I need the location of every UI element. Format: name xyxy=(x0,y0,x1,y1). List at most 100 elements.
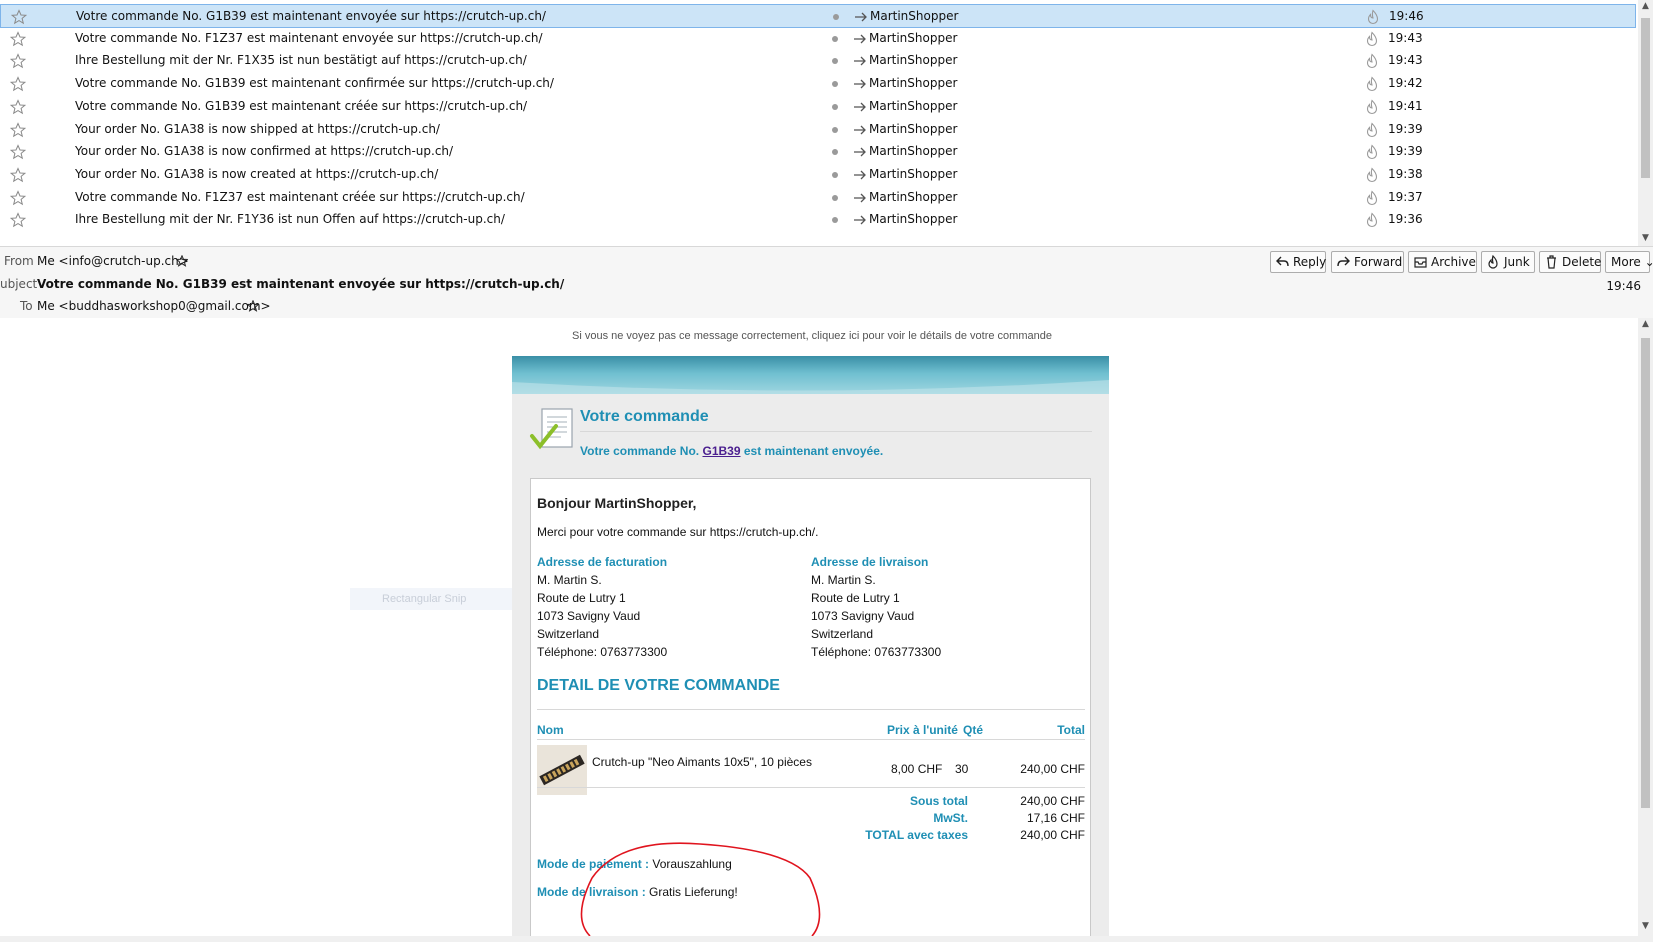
outgoing-arrow-icon xyxy=(855,12,867,22)
read-status-dot[interactable] xyxy=(832,81,838,88)
star-icon[interactable] xyxy=(10,53,26,69)
junk-flame-icon[interactable] xyxy=(1365,144,1379,160)
delivery-method: Mode de livraison : Gratis Lieferung! xyxy=(537,885,738,899)
message-row[interactable]: Your order No. G1A38 is now shipped at h… xyxy=(0,118,1636,142)
junk-flame-icon[interactable] xyxy=(1365,99,1379,115)
from-value[interactable]: Me <info@crutch-up.ch> xyxy=(37,254,189,268)
star-icon[interactable] xyxy=(10,121,26,138)
read-status-dot[interactable] xyxy=(832,103,838,110)
status-line: Votre commande No. G1B39 est maintenant … xyxy=(580,444,883,458)
message-row[interactable]: Ihre Bestellung mit der Nr. F1Y36 ist nu… xyxy=(0,208,1636,232)
message-date: 19:37 xyxy=(1388,189,1423,204)
junk-flame-icon[interactable] xyxy=(1365,76,1379,92)
read-status-dot[interactable] xyxy=(832,58,838,65)
message-subject[interactable]: Votre commande No. G1B39 est maintenant … xyxy=(76,9,546,23)
to-value[interactable]: Me <buddhasworkshop0@gmail.com> xyxy=(37,299,271,313)
junk-flame-icon[interactable] xyxy=(1365,212,1379,228)
star-icon[interactable] xyxy=(10,167,26,183)
status-suffix: est maintenant envoyée. xyxy=(743,444,884,458)
star-icon[interactable] xyxy=(176,255,188,267)
message-list[interactable]: Votre commande No. G1B39 est maintenant … xyxy=(0,0,1638,246)
more-label: More xyxy=(1611,255,1641,269)
read-status-dot[interactable] xyxy=(832,126,838,133)
divider xyxy=(537,709,1085,710)
message-row[interactable]: Your order No. G1A38 is now confirmed at… xyxy=(0,140,1636,164)
scroll-down-arrow[interactable]: ▼ xyxy=(1641,234,1650,243)
star-icon[interactable] xyxy=(11,9,27,25)
message-subject[interactable]: Ihre Bestellung mit der Nr. F1Y36 ist nu… xyxy=(75,212,505,226)
forward-icon xyxy=(1337,256,1350,267)
message-body[interactable]: Si vous ne voyez pas ce message correcte… xyxy=(0,318,1638,936)
message-row[interactable]: Votre commande No. F1Z37 est maintenant … xyxy=(0,27,1636,51)
junk-flame-icon[interactable] xyxy=(1365,121,1379,138)
read-status-dot[interactable] xyxy=(833,14,839,20)
junk-flame-icon[interactable] xyxy=(1365,53,1379,69)
message-subject[interactable]: Votre commande No. F1Z37 est maintenant … xyxy=(75,190,525,204)
delivery-method-value: Gratis Lieferung! xyxy=(649,885,738,899)
message-row[interactable]: Votre commande No. G1B39 est maintenant … xyxy=(0,95,1636,119)
trash-icon xyxy=(1547,255,1556,269)
message-subject[interactable]: Votre commande No. G1B39 est maintenant … xyxy=(75,76,554,90)
read-status-dot[interactable] xyxy=(832,149,838,156)
col-name-header: Nom xyxy=(537,723,564,737)
message-subject[interactable]: Ihre Bestellung mit der Nr. F1X35 ist nu… xyxy=(75,53,527,67)
billing-address-label: Adresse de facturation xyxy=(537,555,668,569)
star-icon[interactable] xyxy=(10,212,26,228)
delete-button[interactable]: Delete xyxy=(1539,251,1601,273)
message-subject[interactable]: Your order No. G1A38 is now confirmed at… xyxy=(75,144,453,158)
message-row[interactable]: Votre commande No. G1B39 est maintenant … xyxy=(0,4,1636,28)
star-icon[interactable] xyxy=(247,300,259,312)
outgoing-arrow-icon xyxy=(854,170,866,180)
message-subject[interactable]: Your order No. G1A38 is now created at h… xyxy=(75,167,438,181)
message-date: 19:46 xyxy=(1389,9,1424,23)
forward-button[interactable]: Forward xyxy=(1331,251,1404,273)
shipping-address: Adresse de livraison M. Martin S. Route … xyxy=(811,553,941,661)
reply-button[interactable]: Reply xyxy=(1270,251,1326,273)
junk-flame-icon[interactable] xyxy=(1365,31,1379,47)
junk-button[interactable]: Junk xyxy=(1481,251,1535,273)
scrollbar-thumb[interactable] xyxy=(1641,18,1650,178)
message-row[interactable]: Votre commande No. G1B39 est maintenant … xyxy=(0,72,1636,96)
message-subject[interactable]: Votre commande No. F1Z37 est maintenant … xyxy=(75,31,543,45)
order-detail-heading: DETAIL DE VOTRE COMMANDE xyxy=(537,677,780,694)
col-total-header: Total xyxy=(1057,723,1085,737)
star-icon[interactable] xyxy=(10,144,26,160)
more-button[interactable]: More ⌄ xyxy=(1605,251,1653,273)
outgoing-arrow-icon xyxy=(854,193,866,203)
star-icon[interactable] xyxy=(10,76,26,92)
message-body-scrollbar[interactable]: ▲ ▼ xyxy=(1638,318,1653,936)
outgoing-arrow-icon xyxy=(854,102,866,112)
message-date: 19:41 xyxy=(1388,98,1423,113)
junk-flame-icon[interactable] xyxy=(1365,167,1379,183)
archive-label: Archive xyxy=(1431,255,1476,269)
message-row[interactable]: Your order No. G1A38 is now created at h… xyxy=(0,163,1636,187)
message-correspondent: MartinShopper xyxy=(869,98,958,113)
col-qty-header: Qté xyxy=(963,723,984,737)
greeting: Bonjour MartinShopper, xyxy=(537,495,697,511)
message-subject[interactable]: Votre commande No. G1B39 est maintenant … xyxy=(75,99,527,113)
tax-value: 17,16 CHF xyxy=(1026,811,1085,825)
junk-flame-icon[interactable] xyxy=(1366,9,1380,25)
scroll-down-arrow[interactable]: ▼ xyxy=(1641,922,1650,931)
read-status-dot[interactable] xyxy=(832,217,838,224)
chevron-down-icon: ⌄ xyxy=(1644,255,1653,269)
star-icon[interactable] xyxy=(10,99,26,115)
scroll-up-arrow[interactable]: ▲ xyxy=(1641,320,1650,329)
star-icon[interactable] xyxy=(10,30,26,47)
read-status-dot[interactable] xyxy=(832,194,838,201)
read-status-dot[interactable] xyxy=(832,171,838,178)
star-icon[interactable] xyxy=(10,189,26,206)
order-number-link[interactable]: G1B39 xyxy=(702,444,740,458)
message-row[interactable]: Votre commande No. F1Z37 est maintenant … xyxy=(0,186,1636,210)
junk-flame-icon[interactable] xyxy=(1365,190,1379,206)
archive-button[interactable]: Archive xyxy=(1408,251,1477,273)
scrollbar-thumb[interactable] xyxy=(1641,338,1650,808)
message-row[interactable]: Ihre Bestellung mit der Nr. F1X35 ist nu… xyxy=(0,49,1636,73)
scroll-up-arrow[interactable]: ▲ xyxy=(1641,2,1650,11)
view-online-link[interactable]: Si vous ne voyez pas ce message correcte… xyxy=(512,330,1112,342)
email-title: Votre commande xyxy=(580,408,709,425)
read-status-dot[interactable] xyxy=(832,35,838,42)
horizontal-scrollbar[interactable] xyxy=(0,936,1653,942)
message-list-scrollbar[interactable]: ▲ ▼ xyxy=(1638,0,1653,246)
message-subject[interactable]: Your order No. G1A38 is now shipped at h… xyxy=(75,122,440,136)
